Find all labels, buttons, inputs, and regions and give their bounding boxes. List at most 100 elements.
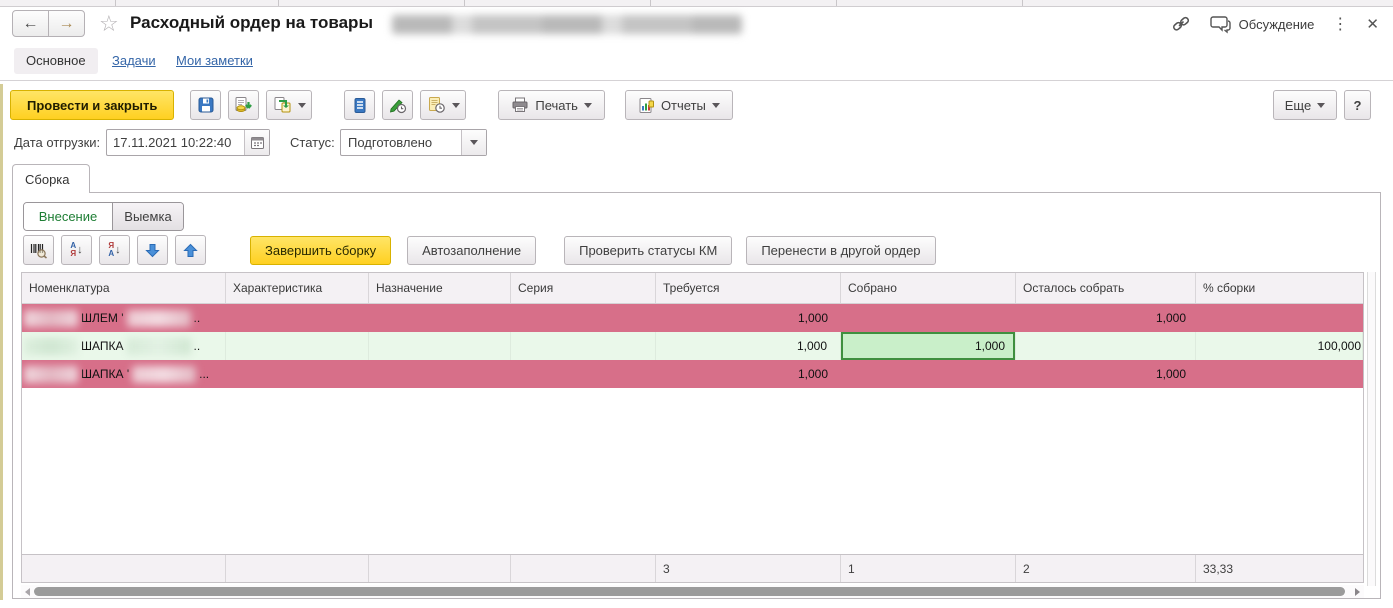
save-button[interactable]: [190, 90, 221, 120]
cell-characteristic[interactable]: [226, 304, 369, 332]
cell-characteristic[interactable]: [226, 360, 369, 388]
create-based-on-button[interactable]: [266, 90, 312, 120]
sliver-divider: [464, 0, 465, 6]
sort-ascending-button[interactable]: АЯ ↓: [61, 235, 92, 265]
table-row[interactable]: ШАПКА .. 1,000 1,000 100,000: [22, 332, 1363, 360]
redacted-code: [24, 366, 78, 383]
autofill-button[interactable]: Автозаполнение: [407, 236, 536, 265]
horizontal-scrollbar-thumb[interactable]: [34, 587, 1345, 596]
col-header-characteristic[interactable]: Характеристика: [226, 273, 369, 303]
discussion-label: Обсуждение: [1239, 17, 1315, 32]
cell-required[interactable]: 1,000: [656, 360, 841, 388]
calendar-button[interactable]: [244, 130, 269, 155]
col-header-purpose[interactable]: Назначение: [369, 273, 511, 303]
calendar-icon: [251, 136, 264, 149]
total-characteristic: [226, 555, 369, 582]
reports-button[interactable]: Отчеты: [625, 90, 733, 120]
col-header-series[interactable]: Серия: [511, 273, 656, 303]
move-up-button[interactable]: [175, 235, 206, 265]
col-header-percent[interactable]: % сборки: [1196, 273, 1363, 303]
favorite-star-icon[interactable]: ☆: [99, 11, 119, 37]
check-km-statuses-button[interactable]: Проверить статусы КМ: [564, 236, 732, 265]
col-header-collected[interactable]: Собрано: [841, 273, 1016, 303]
total-purpose: [369, 555, 511, 582]
col-header-required[interactable]: Требуется: [656, 273, 841, 303]
more-button[interactable]: Еще: [1273, 90, 1337, 120]
scheduled-document-button[interactable]: [420, 90, 466, 120]
post-document-button[interactable]: [228, 90, 259, 120]
ship-date-value[interactable]: 17.11.2021 10:22:40: [107, 135, 244, 150]
cell-percent[interactable]: 100,000: [1196, 332, 1363, 360]
segment-insertion[interactable]: Внесение: [24, 203, 112, 230]
tab-assembly[interactable]: Сборка: [12, 164, 90, 193]
close-icon[interactable]: ✕: [1366, 15, 1379, 33]
cell-percent[interactable]: [1196, 360, 1363, 388]
nav-item-notes[interactable]: Мои заметки: [176, 48, 253, 74]
redacted-code: [24, 310, 78, 327]
status-label: Статус:: [290, 135, 335, 150]
help-button[interactable]: ?: [1344, 90, 1371, 120]
move-down-button[interactable]: [137, 235, 168, 265]
document-number-redacted: [392, 15, 742, 34]
document-movements-button[interactable]: [344, 90, 375, 120]
nav-item-tasks[interactable]: Задачи: [112, 48, 156, 74]
assembly-table: Номенклатура Характеристика Назначение С…: [21, 272, 1364, 583]
print-button[interactable]: Печать: [498, 90, 605, 120]
registers-list-icon: [352, 97, 368, 114]
more-menu-icon[interactable]: ⋮: [1332, 14, 1348, 34]
forward-button[interactable]: →: [48, 10, 85, 37]
nav-item-main[interactable]: Основное: [14, 48, 98, 74]
cell-percent[interactable]: [1196, 304, 1363, 332]
copy-link-icon[interactable]: [1171, 14, 1191, 34]
cell-purpose[interactable]: [369, 360, 511, 388]
selected-cell[interactable]: 1,000: [841, 332, 1015, 360]
barcode-scan-button[interactable]: [23, 235, 54, 265]
segment-removal[interactable]: Выемка: [112, 203, 183, 230]
cell-collected[interactable]: [841, 360, 1016, 388]
cell-remaining[interactable]: [1016, 332, 1196, 360]
scroll-right-arrow-icon[interactable]: [1355, 588, 1360, 596]
cell-remaining[interactable]: 1,000: [1016, 304, 1196, 332]
col-header-nomenclature[interactable]: Номенклатура: [22, 273, 226, 303]
discussion-button[interactable]: Обсуждение: [1209, 15, 1315, 34]
cell-required[interactable]: 1,000: [656, 332, 841, 360]
item-name: ШАПКА: [81, 339, 124, 353]
cell-collected[interactable]: [841, 304, 1016, 332]
finish-assembly-button[interactable]: Завершить сборку: [250, 236, 391, 265]
total-percent: 33,33: [1196, 555, 1363, 582]
sort-za-icon: ЯА ↓: [108, 242, 120, 258]
vertical-scrollbar[interactable]: [1367, 272, 1376, 586]
document-clock-icon: [427, 96, 446, 114]
table-empty-area[interactable]: [22, 388, 1363, 554]
cell-purpose[interactable]: [369, 304, 511, 332]
cell-series[interactable]: [511, 332, 656, 360]
table-row[interactable]: ШАПКА ' ... 1,000 1,000: [22, 360, 1363, 388]
dropdown-caret-icon: [712, 103, 720, 108]
chain-icon: [1171, 14, 1191, 34]
scroll-left-arrow-icon[interactable]: [25, 588, 30, 596]
table-row[interactable]: ШЛЕМ ' .. 1,000 1,000: [22, 304, 1363, 332]
transfer-to-other-order-button[interactable]: Перенести в другой ордер: [746, 236, 935, 265]
redacted-name: [127, 338, 191, 355]
sliver-divider: [115, 0, 116, 6]
total-required: 3: [656, 555, 841, 582]
cell-characteristic[interactable]: [226, 332, 369, 360]
cell-required[interactable]: 1,000: [656, 304, 841, 332]
cell-purpose[interactable]: [369, 332, 511, 360]
back-button[interactable]: ←: [12, 10, 49, 37]
col-header-remaining[interactable]: Осталось собрать: [1016, 273, 1196, 303]
cell-series[interactable]: [511, 360, 656, 388]
sort-descending-button[interactable]: ЯА ↓: [99, 235, 130, 265]
mode-segmented-control: Внесение Выемка: [23, 202, 184, 231]
cell-series[interactable]: [511, 304, 656, 332]
horizontal-scrollbar[interactable]: [21, 585, 1364, 598]
status-select[interactable]: Подготовлено: [340, 129, 487, 156]
cell-remaining[interactable]: 1,000: [1016, 360, 1196, 388]
ship-date-input[interactable]: 17.11.2021 10:22:40: [106, 129, 270, 156]
cell-collected-selected[interactable]: 1,000: [841, 332, 1016, 360]
pencil-clock-icon: [388, 96, 407, 114]
status-dropdown-button[interactable]: [461, 130, 486, 155]
dropdown-caret-icon: [584, 103, 592, 108]
post-and-close-button[interactable]: Провести и закрыть: [10, 90, 174, 120]
edit-schedule-button[interactable]: [382, 90, 413, 120]
